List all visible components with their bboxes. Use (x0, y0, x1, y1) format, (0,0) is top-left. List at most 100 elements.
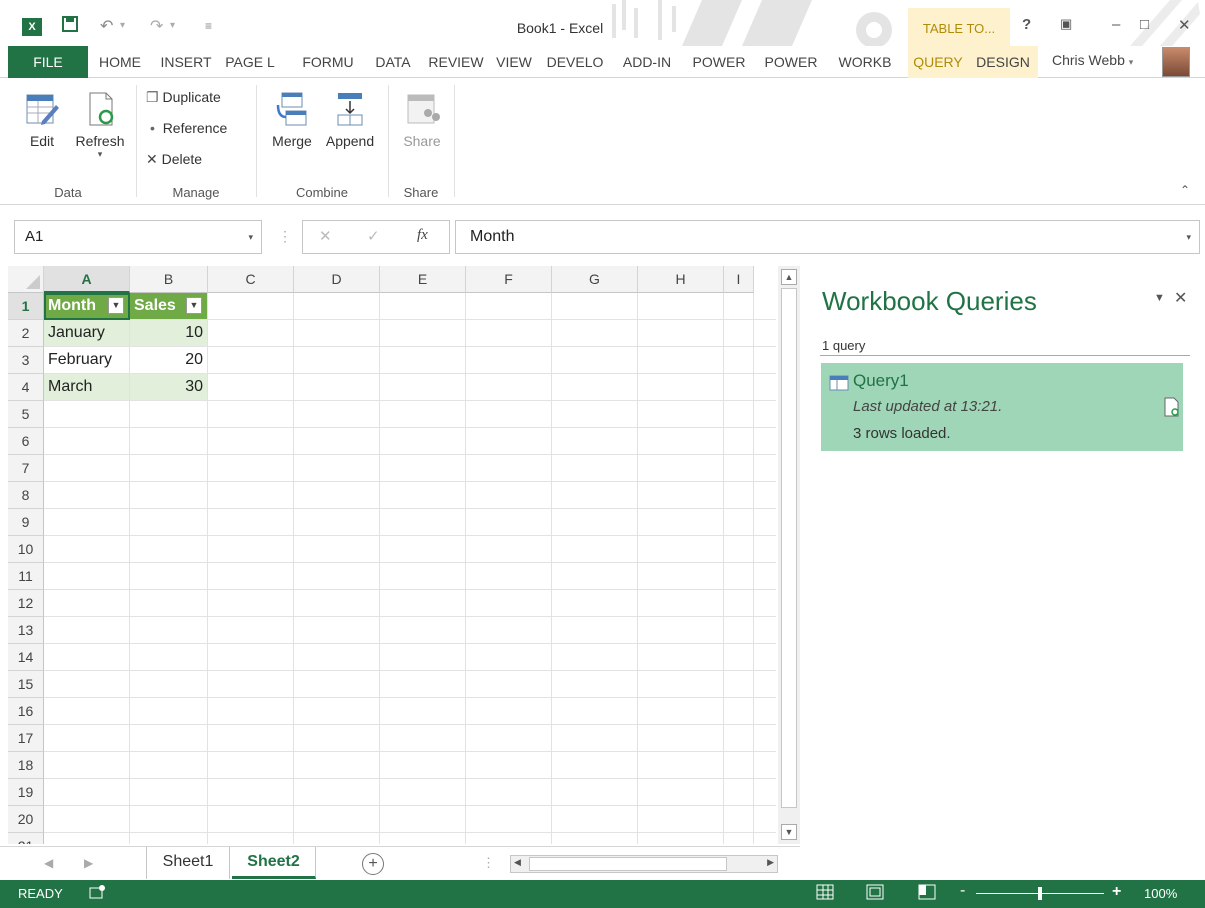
row-header[interactable]: 12 (8, 590, 44, 617)
table-cell[interactable]: February (44, 347, 130, 374)
pane-options-icon[interactable]: ▼ (1154, 292, 1165, 304)
zoom-slider-thumb[interactable] (1038, 887, 1042, 900)
expand-formula-bar-icon[interactable]: ▾ (1186, 221, 1191, 253)
collapse-ribbon-icon[interactable]: ⌃ (1180, 183, 1190, 197)
column-header[interactable]: B (130, 266, 208, 293)
tab-power-2[interactable]: POWER (758, 46, 824, 78)
tab-design[interactable]: DESIGN (968, 46, 1038, 78)
tab-workbook[interactable]: WORKB (830, 46, 900, 78)
zoom-level[interactable]: 100% (1144, 886, 1177, 901)
scroll-up-icon[interactable]: ▲ (781, 269, 797, 285)
edit-button[interactable]: Edit (20, 91, 64, 149)
table-cell[interactable]: 10 (130, 320, 208, 347)
append-button[interactable]: Append (320, 91, 380, 149)
avatar[interactable] (1162, 47, 1190, 77)
share-button[interactable]: Share (398, 91, 446, 149)
cancel-entry-icon[interactable]: ✕ (319, 227, 332, 245)
column-header[interactable]: A (44, 266, 130, 293)
row-header[interactable]: 19 (8, 779, 44, 806)
query-name[interactable]: Query1 (853, 371, 909, 391)
sheet-prev-icon[interactable]: ◀ (44, 856, 53, 870)
filter-dropdown-icon[interactable]: ▼ (186, 297, 202, 314)
tab-power-1[interactable]: POWER (686, 46, 752, 78)
chevron-down-icon[interactable]: ▾ (1129, 57, 1134, 67)
user-name[interactable]: Chris Webb ▾ (1052, 52, 1133, 68)
table-cell[interactable]: March (44, 374, 130, 401)
tab-splitter-icon[interactable]: ⋮ (482, 855, 495, 871)
row-header[interactable]: 5 (8, 401, 44, 428)
tab-review[interactable]: REVIEW (424, 46, 488, 78)
row-header[interactable]: 21 (8, 833, 44, 844)
tab-data[interactable]: DATA (366, 46, 420, 78)
sheet-tab-sheet1[interactable]: Sheet1 (146, 847, 230, 879)
scroll-left-icon[interactable]: ◀ (514, 857, 521, 868)
reference-button[interactable]: • Reference (150, 120, 227, 136)
row-header[interactable]: 14 (8, 644, 44, 671)
duplicate-button[interactable]: ❐ Duplicate (146, 89, 221, 106)
row-header[interactable]: 11 (8, 563, 44, 590)
table-cell[interactable]: 20 (130, 347, 208, 374)
sheet-next-icon[interactable]: ▶ (84, 856, 93, 870)
tab-query[interactable]: QUERY (908, 46, 968, 78)
row-header[interactable]: 15 (8, 671, 44, 698)
refresh-button[interactable]: Refresh ▾ (70, 91, 130, 160)
tab-developer[interactable]: DEVELO (540, 46, 610, 78)
table-header-cell[interactable]: Sales ▼ (130, 293, 208, 320)
tab-formulas[interactable]: FORMU (292, 46, 364, 78)
user-name-label[interactable]: Chris Webb (1052, 52, 1125, 68)
row-header[interactable]: 1 (8, 293, 44, 320)
query-item[interactable]: Query1 Last updated at 13:21. 3 rows loa… (821, 363, 1183, 451)
column-header[interactable]: D (294, 266, 380, 293)
row-header[interactable]: 7 (8, 455, 44, 482)
sheet-tab-sheet2[interactable]: Sheet2 (232, 847, 316, 879)
column-header[interactable]: C (208, 266, 294, 293)
tab-page-layout[interactable]: PAGE L (220, 46, 280, 78)
macro-recording-icon[interactable] (88, 884, 106, 903)
row-header[interactable]: 2 (8, 320, 44, 347)
row-header[interactable]: 10 (8, 536, 44, 563)
row-header[interactable]: 17 (8, 725, 44, 752)
maximize-button[interactable]: □ (1140, 16, 1149, 33)
page-layout-view-icon[interactable] (866, 884, 884, 903)
row-header[interactable]: 3 (8, 347, 44, 374)
vertical-scrollbar[interactable]: ▲ ▼ (778, 266, 800, 844)
horizontal-scrollbar[interactable]: ◀ ▶ (510, 855, 778, 873)
row-header[interactable]: 18 (8, 752, 44, 779)
close-button[interactable]: ✕ (1178, 16, 1191, 34)
row-header[interactable]: 9 (8, 509, 44, 536)
help-button[interactable]: ? (1022, 16, 1031, 33)
column-header[interactable]: F (466, 266, 552, 293)
name-box-dropdown-icon[interactable]: ▾ (248, 221, 253, 253)
scroll-right-icon[interactable]: ▶ (767, 857, 774, 868)
table-cell[interactable]: January (44, 320, 130, 347)
confirm-entry-icon[interactable]: ✓ (367, 227, 380, 245)
page-break-view-icon[interactable] (918, 884, 936, 903)
merge-button[interactable]: Merge (264, 91, 320, 149)
row-header[interactable]: 4 (8, 374, 44, 401)
zoom-in-icon[interactable]: + (1112, 883, 1121, 901)
column-header[interactable]: H (638, 266, 724, 293)
row-header[interactable]: 13 (8, 617, 44, 644)
filter-dropdown-icon[interactable]: ▼ (108, 297, 124, 314)
formula-bar-splitter-icon[interactable]: ⋮ (278, 228, 292, 245)
delete-button[interactable]: ✕ Delete (146, 151, 202, 168)
pane-close-icon[interactable]: ✕ (1174, 288, 1187, 308)
refresh-query-icon[interactable] (1163, 397, 1179, 417)
column-header[interactable]: G (552, 266, 638, 293)
table-cell[interactable]: 30 (130, 374, 208, 401)
formula-input[interactable]: Month ▾ (455, 220, 1200, 254)
insert-function-icon[interactable]: fx (417, 227, 428, 244)
ribbon-display-options-button[interactable]: ▣ (1060, 16, 1072, 32)
refresh-dropdown-icon[interactable]: ▾ (70, 149, 130, 160)
tab-add-ins[interactable]: ADD-IN (614, 46, 680, 78)
worksheet-grid[interactable]: A B C D E F G H I 1 2 3 4 5 6 7 8 9 10 11 12 13 14 15 16 17 18 19 20… (8, 266, 776, 844)
tab-view[interactable]: VIEW (492, 46, 536, 78)
horizontal-scroll-thumb[interactable] (529, 857, 727, 871)
normal-view-icon[interactable] (816, 884, 834, 903)
select-all-corner[interactable] (8, 266, 44, 293)
scroll-down-icon[interactable]: ▼ (781, 824, 797, 840)
row-header[interactable]: 8 (8, 482, 44, 509)
vertical-scroll-thumb[interactable] (781, 288, 797, 808)
tab-file[interactable]: FILE (8, 46, 88, 78)
tab-home[interactable]: HOME (92, 46, 148, 78)
